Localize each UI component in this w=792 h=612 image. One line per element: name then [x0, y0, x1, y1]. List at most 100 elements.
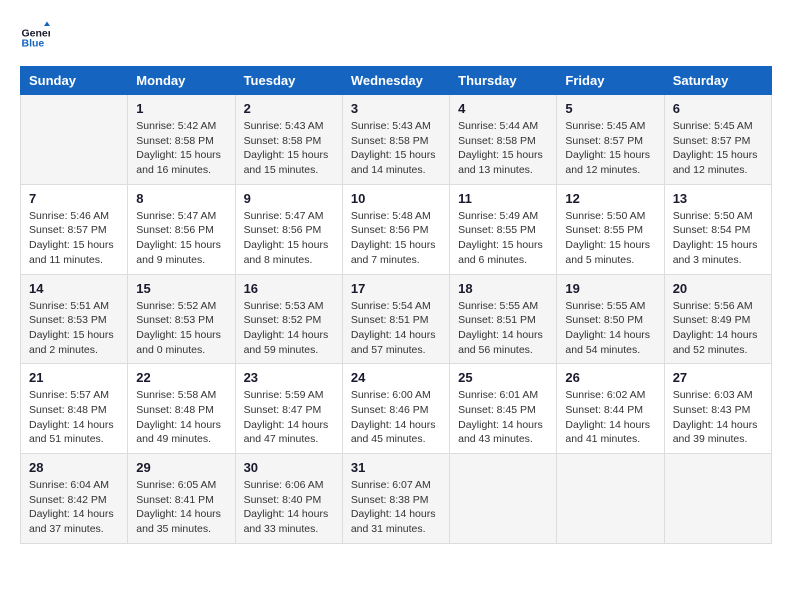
- calendar-cell: 3 Sunrise: 5:43 AM Sunset: 8:58 PM Daylig…: [342, 95, 449, 185]
- day-number: 25: [458, 370, 548, 385]
- day-info: Sunrise: 6:00 AM Sunset: 8:46 PM Dayligh…: [351, 388, 441, 447]
- day-number: 19: [565, 281, 655, 296]
- header-thursday: Thursday: [450, 67, 557, 95]
- calendar-week-4: 21 Sunrise: 5:57 AM Sunset: 8:48 PM Dayli…: [21, 364, 772, 454]
- calendar-cell: 9 Sunrise: 5:47 AM Sunset: 8:56 PM Daylig…: [235, 184, 342, 274]
- day-info: Sunrise: 5:43 AM Sunset: 8:58 PM Dayligh…: [244, 119, 334, 178]
- page-header: General Blue: [20, 20, 772, 50]
- day-info: Sunrise: 5:47 AM Sunset: 8:56 PM Dayligh…: [244, 209, 334, 268]
- calendar-cell: [450, 454, 557, 544]
- day-info: Sunrise: 5:59 AM Sunset: 8:47 PM Dayligh…: [244, 388, 334, 447]
- day-number: 4: [458, 101, 548, 116]
- day-info: Sunrise: 5:55 AM Sunset: 8:50 PM Dayligh…: [565, 299, 655, 358]
- day-number: 7: [29, 191, 119, 206]
- day-info: Sunrise: 5:53 AM Sunset: 8:52 PM Dayligh…: [244, 299, 334, 358]
- day-info: Sunrise: 5:51 AM Sunset: 8:53 PM Dayligh…: [29, 299, 119, 358]
- calendar-cell: 26 Sunrise: 6:02 AM Sunset: 8:44 PM Dayli…: [557, 364, 664, 454]
- calendar-cell: 8Sunrise: 5:47 AM Sunset: 8:56 PM Daylig…: [128, 184, 235, 274]
- calendar-cell: 21 Sunrise: 5:57 AM Sunset: 8:48 PM Dayli…: [21, 364, 128, 454]
- calendar-cell: [664, 454, 771, 544]
- calendar-cell: 20 Sunrise: 5:56 AM Sunset: 8:49 PM Dayli…: [664, 274, 771, 364]
- calendar-cell: 16 Sunrise: 5:53 AM Sunset: 8:52 PM Dayli…: [235, 274, 342, 364]
- day-number: 9: [244, 191, 334, 206]
- day-info: Sunrise: 5:54 AM Sunset: 8:51 PM Dayligh…: [351, 299, 441, 358]
- logo: General Blue: [20, 20, 50, 50]
- day-number: 22: [136, 370, 226, 385]
- calendar-cell: 28Sunrise: 6:04 AM Sunset: 8:42 PM Dayli…: [21, 454, 128, 544]
- calendar-cell: 31Sunrise: 6:07 AM Sunset: 8:38 PM Dayli…: [342, 454, 449, 544]
- calendar-cell: 23Sunrise: 5:59 AM Sunset: 8:47 PM Dayli…: [235, 364, 342, 454]
- calendar-cell: 13 Sunrise: 5:50 AM Sunset: 8:54 PM Dayli…: [664, 184, 771, 274]
- day-info: Sunrise: 5:58 AM Sunset: 8:48 PM Dayligh…: [136, 388, 226, 447]
- calendar-cell: 14 Sunrise: 5:51 AM Sunset: 8:53 PM Dayli…: [21, 274, 128, 364]
- day-info: Sunrise: 5:50 AM Sunset: 8:54 PM Dayligh…: [673, 209, 763, 268]
- calendar-cell: 19 Sunrise: 5:55 AM Sunset: 8:50 PM Dayli…: [557, 274, 664, 364]
- day-number: 30: [244, 460, 334, 475]
- day-number: 18: [458, 281, 548, 296]
- day-number: 16: [244, 281, 334, 296]
- header-monday: Monday: [128, 67, 235, 95]
- day-info: Sunrise: 5:43 AM Sunset: 8:58 PM Dayligh…: [351, 119, 441, 178]
- day-number: 12: [565, 191, 655, 206]
- day-info: Sunrise: 5:57 AM Sunset: 8:48 PM Dayligh…: [29, 388, 119, 447]
- day-number: 21: [29, 370, 119, 385]
- header-wednesday: Wednesday: [342, 67, 449, 95]
- svg-text:Blue: Blue: [22, 37, 45, 49]
- day-info: Sunrise: 5:42 AM Sunset: 8:58 PM Dayligh…: [136, 119, 226, 178]
- calendar-week-2: 7 Sunrise: 5:46 AM Sunset: 8:57 PM Daylig…: [21, 184, 772, 274]
- day-number: 10: [351, 191, 441, 206]
- calendar-cell: 22 Sunrise: 5:58 AM Sunset: 8:48 PM Dayli…: [128, 364, 235, 454]
- day-info: Sunrise: 6:04 AM Sunset: 8:42 PM Dayligh…: [29, 478, 119, 537]
- day-info: Sunrise: 5:55 AM Sunset: 8:51 PM Dayligh…: [458, 299, 548, 358]
- day-info: Sunrise: 5:49 AM Sunset: 8:55 PM Dayligh…: [458, 209, 548, 268]
- day-number: 13: [673, 191, 763, 206]
- calendar-cell: 12 Sunrise: 5:50 AM Sunset: 8:55 PM Dayli…: [557, 184, 664, 274]
- calendar-cell: 5 Sunrise: 5:45 AM Sunset: 8:57 PM Daylig…: [557, 95, 664, 185]
- day-number: 14: [29, 281, 119, 296]
- calendar-header-row: SundayMondayTuesdayWednesdayThursdayFrid…: [21, 67, 772, 95]
- day-info: Sunrise: 5:52 AM Sunset: 8:53 PM Dayligh…: [136, 299, 226, 358]
- calendar-cell: 15Sunrise: 5:52 AM Sunset: 8:53 PM Dayli…: [128, 274, 235, 364]
- day-info: Sunrise: 6:06 AM Sunset: 8:40 PM Dayligh…: [244, 478, 334, 537]
- day-info: Sunrise: 5:46 AM Sunset: 8:57 PM Dayligh…: [29, 209, 119, 268]
- day-info: Sunrise: 5:50 AM Sunset: 8:55 PM Dayligh…: [565, 209, 655, 268]
- calendar-week-5: 28Sunrise: 6:04 AM Sunset: 8:42 PM Dayli…: [21, 454, 772, 544]
- day-info: Sunrise: 5:45 AM Sunset: 8:57 PM Dayligh…: [565, 119, 655, 178]
- calendar-cell: 24 Sunrise: 6:00 AM Sunset: 8:46 PM Dayli…: [342, 364, 449, 454]
- calendar-cell: 10 Sunrise: 5:48 AM Sunset: 8:56 PM Dayli…: [342, 184, 449, 274]
- day-number: 27: [673, 370, 763, 385]
- day-number: 26: [565, 370, 655, 385]
- calendar-cell: 7 Sunrise: 5:46 AM Sunset: 8:57 PM Daylig…: [21, 184, 128, 274]
- day-info: Sunrise: 5:44 AM Sunset: 8:58 PM Dayligh…: [458, 119, 548, 178]
- calendar-cell: 17Sunrise: 5:54 AM Sunset: 8:51 PM Dayli…: [342, 274, 449, 364]
- calendar-cell: 6 Sunrise: 5:45 AM Sunset: 8:57 PM Daylig…: [664, 95, 771, 185]
- calendar-week-3: 14 Sunrise: 5:51 AM Sunset: 8:53 PM Dayli…: [21, 274, 772, 364]
- day-info: Sunrise: 5:45 AM Sunset: 8:57 PM Dayligh…: [673, 119, 763, 178]
- header-friday: Friday: [557, 67, 664, 95]
- calendar-week-1: 1 Sunrise: 5:42 AM Sunset: 8:58 PM Daylig…: [21, 95, 772, 185]
- day-number: 3: [351, 101, 441, 116]
- day-info: Sunrise: 5:48 AM Sunset: 8:56 PM Dayligh…: [351, 209, 441, 268]
- calendar-cell: 11Sunrise: 5:49 AM Sunset: 8:55 PM Dayli…: [450, 184, 557, 274]
- day-number: 29: [136, 460, 226, 475]
- day-number: 8: [136, 191, 226, 206]
- calendar-cell: 2Sunrise: 5:43 AM Sunset: 8:58 PM Daylig…: [235, 95, 342, 185]
- day-number: 24: [351, 370, 441, 385]
- calendar-cell: 29Sunrise: 6:05 AM Sunset: 8:41 PM Dayli…: [128, 454, 235, 544]
- calendar-cell: [557, 454, 664, 544]
- calendar-table: SundayMondayTuesdayWednesdayThursdayFrid…: [20, 66, 772, 544]
- calendar-cell: 30 Sunrise: 6:06 AM Sunset: 8:40 PM Dayli…: [235, 454, 342, 544]
- header-sunday: Sunday: [21, 67, 128, 95]
- header-tuesday: Tuesday: [235, 67, 342, 95]
- day-info: Sunrise: 6:02 AM Sunset: 8:44 PM Dayligh…: [565, 388, 655, 447]
- day-info: Sunrise: 6:01 AM Sunset: 8:45 PM Dayligh…: [458, 388, 548, 447]
- calendar-cell: 1 Sunrise: 5:42 AM Sunset: 8:58 PM Daylig…: [128, 95, 235, 185]
- day-number: 5: [565, 101, 655, 116]
- day-number: 6: [673, 101, 763, 116]
- day-number: 1: [136, 101, 226, 116]
- header-saturday: Saturday: [664, 67, 771, 95]
- calendar-cell: 25 Sunrise: 6:01 AM Sunset: 8:45 PM Dayli…: [450, 364, 557, 454]
- day-info: Sunrise: 5:56 AM Sunset: 8:49 PM Dayligh…: [673, 299, 763, 358]
- day-number: 20: [673, 281, 763, 296]
- calendar-cell: 27Sunrise: 6:03 AM Sunset: 8:43 PM Dayli…: [664, 364, 771, 454]
